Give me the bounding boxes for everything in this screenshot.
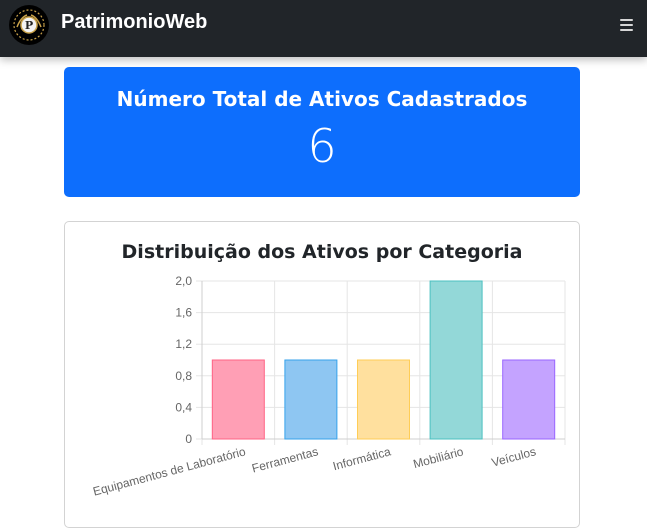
y-tick-label: 0,4: [175, 400, 192, 414]
category-bar-chart: 0 0,4 0,8 1,2 1,6 2,0 Equipamentos de Laborató…: [91, 274, 566, 499]
logo-letter: P: [25, 19, 33, 32]
x-category-label: Mobiliário: [412, 444, 466, 471]
y-tick-label: 1,6: [175, 306, 192, 320]
y-tick-label: 0: [185, 432, 192, 446]
y-tick-label: 1,2: [175, 337, 192, 351]
total-assets-card: Número Total de Ativos Cadastrados 6: [64, 67, 580, 197]
navbar: P PatrimonioWeb: [0, 0, 647, 57]
y-tick-label: 2,0: [175, 274, 192, 288]
bar: [502, 359, 556, 440]
bar: [211, 359, 265, 440]
hamburger-menu-icon[interactable]: [620, 19, 633, 32]
x-category-label: Informática: [331, 444, 392, 473]
brand-logo-icon[interactable]: P: [9, 5, 49, 45]
total-assets-title: Número Total de Ativos Cadastrados: [116, 87, 528, 111]
x-category-label: Ferramentas: [250, 444, 319, 475]
category-chart-card: Distribuição dos Ativos por Categoria 00…: [64, 221, 580, 528]
x-category-label: Veículos: [490, 444, 537, 469]
brand-name[interactable]: PatrimonioWeb: [61, 11, 207, 34]
y-tick-label: 0,8: [175, 369, 192, 383]
bar: [357, 359, 410, 440]
bar: [429, 280, 483, 440]
x-category-label: Equipamentos de Laboratório: [91, 444, 247, 498]
bar: [284, 359, 338, 440]
total-assets-value: 6: [307, 119, 337, 173]
